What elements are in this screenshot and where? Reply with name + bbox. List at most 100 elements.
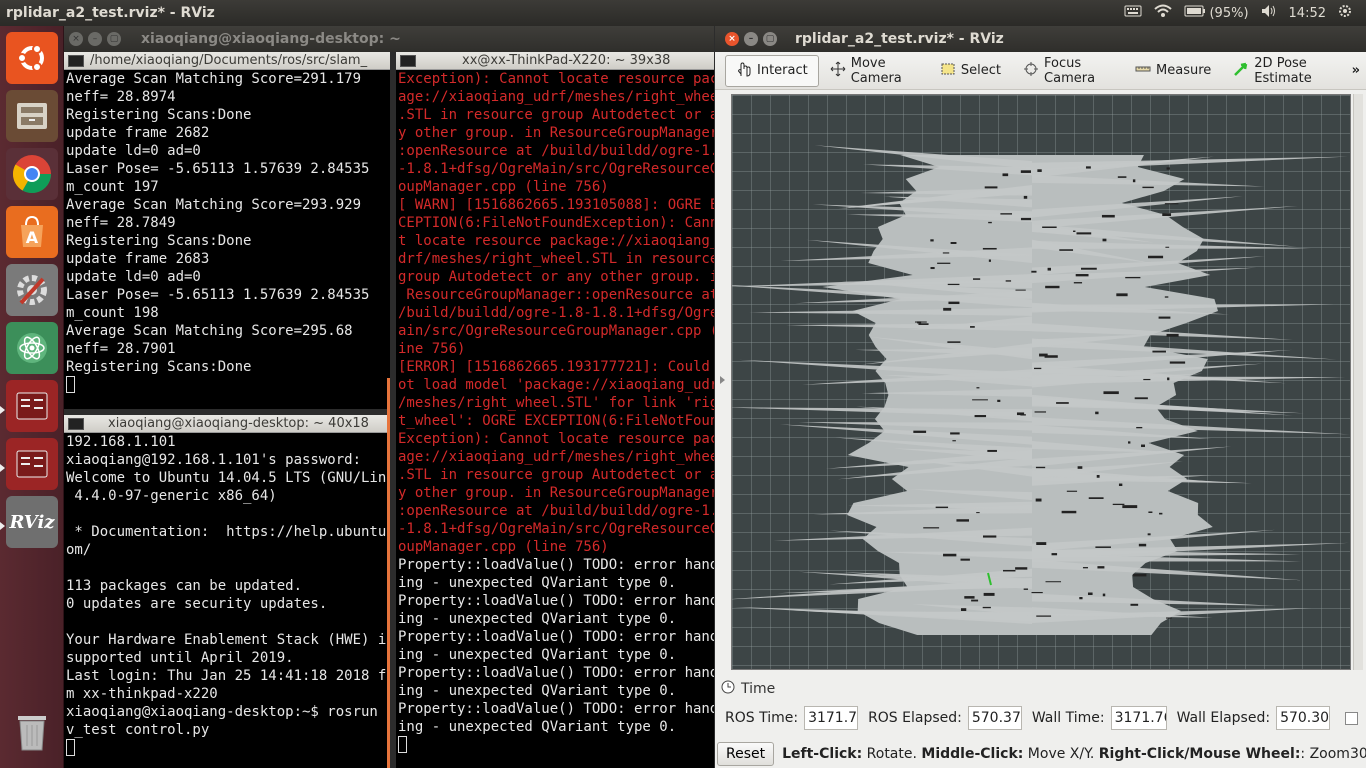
terminal-pane-1-output: Average Scan Matching Score=291.179 neff=…: [64, 70, 390, 394]
terminal-scrollbar[interactable]: [387, 378, 390, 768]
reset-button[interactable]: Reset: [717, 742, 775, 766]
terminal-line: y other group. in ResourceGroupManager:: [398, 485, 714, 501]
rviz-titlebar: × – ▢ rplidar_a2_test.rviz* - RViz: [715, 26, 1366, 52]
experimental-checkbox[interactable]: [1345, 711, 1358, 725]
terminal-pane-3-title-bar: xx@xx-ThinkPad-X220: ~ 39x38: [396, 52, 714, 70]
terminal-line: Registering Scans:Done: [66, 107, 252, 123]
terminal-line: ing - unexpected QVariant type 0.: [398, 647, 677, 663]
terminal-icon: [400, 54, 416, 67]
middle-click-label: Middle-Click:: [921, 746, 1024, 762]
move-camera-tool-button[interactable]: Move Camera: [819, 55, 929, 87]
3d-viewport[interactable]: [731, 94, 1351, 670]
terminal-line: Last login: Thu Jan 25 14:41:18 2018 fro: [66, 668, 390, 684]
terminal-line: om/: [66, 542, 92, 558]
terminal-pane-1[interactable]: /home/xiaoqiang/Documents/ros/src/slam_ …: [64, 52, 390, 409]
terminal-line: 0 updates are security updates.: [66, 596, 328, 612]
terminal-app-icon[interactable]: [6, 380, 58, 432]
terminal-line: m_count 198: [66, 305, 159, 321]
left-click-text: Rotate.: [862, 746, 922, 762]
terminal-pane-1-title: /home/xiaoqiang/Documents/ros/src/slam_: [90, 53, 368, 68]
terminal-app-2-icon[interactable]: [6, 438, 58, 490]
terminal-line: 4.4.0-97-generic x86_64): [66, 488, 277, 504]
pose-estimate-tool-button[interactable]: 2D Pose Estimate: [1222, 55, 1351, 87]
close-icon[interactable]: ×: [69, 32, 83, 46]
terminal-line: -1.8.1+dfsg/OgreMain/src/OgreResourceGr: [398, 521, 714, 537]
measure-tool-button[interactable]: Measure: [1124, 55, 1222, 87]
rviz-window-title: rplidar_a2_test.rviz* - RViz: [795, 31, 1004, 47]
focus-camera-tool-button[interactable]: Focus Camera: [1012, 55, 1124, 87]
terminal-line: Welcome to Ubuntu 14.04.5 LTS (GNU/Linux: [66, 470, 390, 486]
files-icon[interactable]: [6, 90, 58, 142]
terminal-line: Your Hardware Enablement Stack (HWE) is: [66, 632, 390, 648]
terminal-line: update frame 2683: [66, 251, 210, 267]
clock[interactable]: 14:52: [1289, 6, 1326, 21]
keyboard-icon[interactable]: [1124, 4, 1142, 22]
maximize-icon[interactable]: ▢: [763, 32, 777, 46]
select-tool-button[interactable]: Select: [929, 55, 1012, 87]
terminal-line: neff= 28.8974: [66, 89, 176, 105]
terminal-line: [ WARN] [1516862665.193105088]: OGRE EX: [398, 197, 714, 213]
chrome-icon[interactable]: [6, 148, 58, 200]
terminal-line: Laser Pose= -5.65113 1.57639 2.84535: [66, 161, 370, 177]
terminal-line: Average Scan Matching Score=295.68: [66, 323, 353, 339]
atom-icon[interactable]: [6, 322, 58, 374]
system-settings-icon[interactable]: [6, 264, 58, 316]
wall-time-label: Wall Time:: [1031, 710, 1105, 726]
time-panel-header: Time: [715, 678, 1366, 700]
trash-icon[interactable]: [6, 706, 58, 758]
terminal-line: ResourceGroupManager::openResource at: [398, 287, 714, 303]
close-icon[interactable]: ×: [725, 32, 739, 46]
ros-time-field[interactable]: 3171.73: [804, 706, 859, 730]
terminal-line: Property::loadValue() TODO: error handl: [398, 557, 714, 573]
wall-time-field[interactable]: 3171.76: [1110, 706, 1167, 730]
settings-gear-icon[interactable]: [1338, 4, 1352, 22]
rviz-icon[interactable]: RViz: [6, 496, 58, 548]
terminal-line: -1.8.1+dfsg/OgreMain/src/OgreResourceGr: [398, 161, 714, 177]
ubuntu-dash-icon[interactable]: [6, 32, 58, 84]
terminal-line: Exception): Cannot locate resource pack: [398, 431, 714, 447]
terminal-line: update ld=0 ad=0: [66, 143, 201, 159]
left-click-label: Left-Click:: [782, 746, 863, 762]
terminal-pane-3[interactable]: xx@xx-ThinkPad-X220: ~ 39x38 Exception):…: [396, 52, 714, 768]
indicator-area: (95%) 14:52: [1124, 4, 1366, 22]
volume-icon[interactable]: [1261, 4, 1277, 22]
terminal-pane-1-title-bar: /home/xiaoqiang/Documents/ros/src/slam_: [64, 52, 390, 70]
wifi-icon[interactable]: [1154, 4, 1173, 22]
wall-elapsed-field[interactable]: 570.30: [1276, 706, 1331, 730]
ruler-icon: [1135, 61, 1151, 81]
fps-counter: 30 fps: [1349, 746, 1366, 762]
terminal-pane-2[interactable]: xiaoqiang@xiaoqiang-desktop: ~ 40x18 192…: [64, 415, 390, 768]
running-indicator: [0, 522, 5, 530]
interact-tool-label: Interact: [757, 63, 808, 78]
move-arrows-icon: [830, 61, 846, 81]
terminal-line: ot load model 'package://xiaoqiang_udrf: [398, 377, 714, 393]
terminal-line: .STL in resource group Autodetect or an: [398, 467, 714, 483]
ros-elapsed-label: ROS Elapsed:: [868, 710, 962, 726]
terminal-line: Property::loadValue() TODO: error handl: [398, 593, 714, 609]
status-bar: Reset Left-Click: Rotate. Middle-Click: …: [715, 740, 1366, 768]
terminal-pane-2-title: xiaoqiang@xiaoqiang-desktop: ~ 40x18: [108, 416, 369, 431]
terminal-line: ine 756): [398, 341, 466, 357]
interact-tool-button[interactable]: Interact: [725, 54, 819, 87]
toolbar-overflow-button[interactable]: »: [1352, 63, 1360, 78]
maximize-icon[interactable]: ▢: [107, 32, 121, 46]
ros-elapsed-field[interactable]: 570.37: [967, 706, 1022, 730]
terminal-line: m xx-thinkpad-x220: [66, 686, 218, 702]
terminal-line: .STL in resource group Autodetect or an: [398, 107, 714, 123]
terminal-line: CEPTION(6:FileNotFoundException): Canno: [398, 215, 714, 231]
left-panel-collapse-arrow[interactable]: [720, 376, 725, 384]
terminal-pane-3-title: xx@xx-ThinkPad-X220: ~ 39x38: [462, 53, 671, 68]
rviz-window: × – ▢ rplidar_a2_test.rviz* - RViz Inter…: [715, 26, 1366, 768]
terminal-line: ing - unexpected QVariant type 0.: [398, 611, 677, 627]
move-camera-tool-label: Move Camera: [850, 55, 902, 86]
viewport-side-splitter[interactable]: [1353, 94, 1363, 670]
terminal-window-title: xiaoqiang@xiaoqiang-desktop: ~: [141, 31, 401, 47]
minimize-icon[interactable]: –: [744, 32, 758, 46]
minimize-icon[interactable]: –: [88, 32, 102, 46]
terminal-line: ing - unexpected QVariant type 0.: [398, 719, 677, 735]
software-center-icon[interactable]: A: [6, 206, 58, 258]
time-panel-title: Time: [741, 681, 776, 697]
battery-indicator[interactable]: (95%): [1184, 5, 1249, 21]
